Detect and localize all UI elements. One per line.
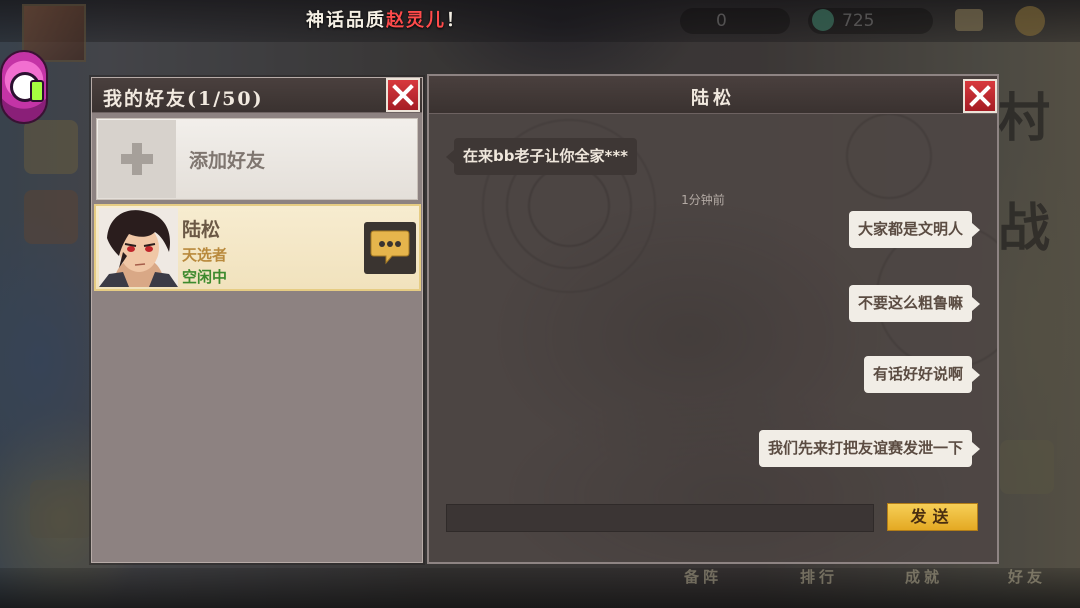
close-icon — [392, 84, 414, 106]
announcement-prefix: 神话品质 — [306, 10, 386, 31]
message-timestamp: 1分钟前 — [681, 193, 725, 207]
friend-title: 天选者 — [182, 246, 228, 264]
friends-title: 我的好友(1/50) — [103, 84, 264, 111]
bottom-menu-item: 成就 — [905, 568, 944, 586]
friends-header: 我的好友(1/50) — [92, 78, 422, 113]
friends-panel: 我的好友(1/50) 添加好友 陆松 天选者 空闲中 — [91, 77, 423, 563]
chat-header: 陆松 — [429, 76, 997, 114]
chat-panel: 陆松 在来bb老子让你全家*** 1分钟前 大家都是文明人 不要这么粗鲁嘛 有话… — [427, 74, 999, 564]
announcement-suffix: ！ — [446, 10, 466, 31]
friend-name: 陆松 — [182, 219, 221, 241]
bottom-menu-item: 备阵 — [684, 568, 723, 586]
bottom-menu-item: 好友 — [1008, 568, 1047, 586]
bottom-menu-item: 排行 — [800, 568, 839, 586]
chat-message-outgoing: 我们先来打把友谊赛发泄一下 — [758, 430, 981, 467]
chat-message-outgoing: 有话好好说啊 — [863, 356, 981, 393]
plus-icon — [98, 120, 176, 198]
close-icon — [969, 85, 991, 107]
chat-message-outgoing: 大家都是文明人 — [848, 211, 981, 248]
friend-status: 空闲中 — [182, 268, 228, 286]
friends-title-label: 我的好友 — [103, 88, 188, 110]
add-friend-label: 添加好友 — [189, 150, 266, 172]
friend-avatar — [99, 208, 178, 287]
send-button[interactable]: 发送 — [887, 503, 978, 531]
open-chat-button[interactable] — [364, 222, 416, 274]
friends-close-button[interactable] — [386, 78, 420, 112]
announcement-banner: 神话品质赵灵儿！ — [306, 6, 466, 32]
mascot-event-icon[interactable] — [0, 50, 48, 124]
friends-count: (1/50) — [187, 88, 264, 110]
chat-title: 陆松 — [691, 88, 735, 109]
chat-close-button[interactable] — [963, 79, 997, 113]
add-friend-button[interactable]: 添加好友 — [96, 118, 418, 200]
chat-bubble-icon — [370, 230, 410, 265]
announcement-highlight: 赵灵儿 — [386, 10, 446, 31]
chat-message-input[interactable] — [446, 504, 874, 532]
chat-message-incoming: 在来bb老子让你全家*** — [445, 138, 638, 175]
mascot-badge — [30, 80, 44, 102]
chat-message-outgoing: 不要这么粗鲁嘛 — [848, 285, 981, 322]
friend-list-item[interactable]: 陆松 天选者 空闲中 — [94, 204, 421, 291]
